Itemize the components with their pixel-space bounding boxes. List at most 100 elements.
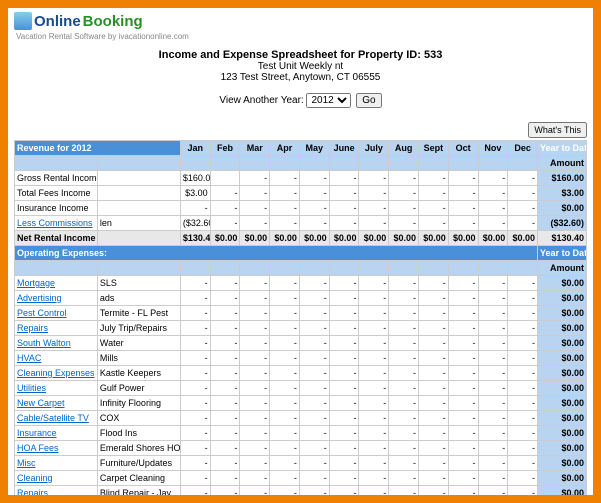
value-cell: - xyxy=(240,456,270,471)
ytd-cell: $0.00 xyxy=(538,426,587,441)
month-header: June xyxy=(329,141,359,156)
category-cell[interactable]: Less Commissions xyxy=(15,216,98,231)
value-cell: - xyxy=(270,171,300,186)
value-cell: - xyxy=(329,306,359,321)
category-link[interactable]: HVAC xyxy=(15,351,98,366)
value-cell: - xyxy=(270,366,300,381)
category-link[interactable]: New Carpet xyxy=(15,396,98,411)
sub-cell: Furniture/Updates xyxy=(97,456,180,471)
value-cell: - xyxy=(329,201,359,216)
category-link[interactable]: Cleaning xyxy=(15,471,98,486)
ytd-cell: $0.00 xyxy=(538,276,587,291)
value-cell: - xyxy=(299,291,329,306)
value-cell: - xyxy=(270,486,300,501)
blank xyxy=(418,261,448,276)
value-cell: - xyxy=(359,486,389,501)
value-cell: $0.00 xyxy=(299,231,329,246)
month-header: Mar xyxy=(240,141,270,156)
value-cell: - xyxy=(329,456,359,471)
value-cell: - xyxy=(508,366,538,381)
value-cell: - xyxy=(210,201,240,216)
value-cell: - xyxy=(389,171,419,186)
ytd-cell: $160.00 xyxy=(538,171,587,186)
value-cell: - xyxy=(240,186,270,201)
value-cell: ($32.60) xyxy=(180,216,210,231)
value-cell: - xyxy=(418,336,448,351)
category-link[interactable]: Advertising xyxy=(15,291,98,306)
value-cell: - xyxy=(508,411,538,426)
value-cell: - xyxy=(299,336,329,351)
amount-label: Amount xyxy=(538,156,587,171)
sub-cell: Termite - FL Pest xyxy=(97,306,180,321)
value-cell: - xyxy=(299,351,329,366)
value-cell: - xyxy=(478,171,508,186)
category-link[interactable]: Cleaning Expenses xyxy=(15,366,98,381)
value-cell: - xyxy=(359,336,389,351)
value-cell: - xyxy=(240,486,270,501)
category-cell: Insurance Income xyxy=(15,201,98,216)
category-link[interactable]: Repairs xyxy=(15,486,98,501)
blank xyxy=(15,156,98,171)
value-cell: - xyxy=(448,426,478,441)
sub-cell: Gulf Power xyxy=(97,381,180,396)
value-cell: $0.00 xyxy=(359,231,389,246)
month-header: Jan xyxy=(180,141,210,156)
value-cell: - xyxy=(299,366,329,381)
blank xyxy=(240,156,270,171)
year-select[interactable]: 2012 xyxy=(306,93,351,108)
net-rental-row: Net Rental Income$130.40$0.00$0.00$0.00$… xyxy=(15,231,587,246)
blank xyxy=(299,156,329,171)
value-cell: - xyxy=(240,276,270,291)
value-cell: - xyxy=(329,411,359,426)
value-cell: - xyxy=(418,321,448,336)
value-cell: - xyxy=(240,321,270,336)
value-cell: - xyxy=(240,291,270,306)
value-cell: - xyxy=(508,381,538,396)
value-cell: - xyxy=(418,441,448,456)
go-button[interactable]: Go xyxy=(356,93,381,108)
data-row: New CarpetInfinity Flooring------------$… xyxy=(15,396,587,411)
value-cell: - xyxy=(448,441,478,456)
blank xyxy=(15,261,98,276)
value-cell: - xyxy=(359,321,389,336)
value-cell: - xyxy=(180,411,210,426)
value-cell: - xyxy=(240,306,270,321)
value-cell: - xyxy=(448,201,478,216)
value-cell: - xyxy=(240,471,270,486)
value-cell: - xyxy=(270,441,300,456)
value-cell: - xyxy=(448,351,478,366)
ytd-cell: $0.00 xyxy=(538,471,587,486)
value-cell: - xyxy=(270,216,300,231)
value-cell: $0.00 xyxy=(478,231,508,246)
value-cell: - xyxy=(418,276,448,291)
value-cell: - xyxy=(448,276,478,291)
category-link[interactable]: Mortgage xyxy=(15,276,98,291)
value-cell: - xyxy=(389,396,419,411)
value-cell: - xyxy=(180,456,210,471)
value-cell: - xyxy=(389,291,419,306)
category-link[interactable]: South Walton xyxy=(15,336,98,351)
category-link[interactable]: Utilities xyxy=(15,381,98,396)
category-link[interactable]: Cable/Satellite TV xyxy=(15,411,98,426)
data-row: MiscFurniture/Updates------------$0.00 xyxy=(15,456,587,471)
sub-cell: July Trip/Repairs xyxy=(97,321,180,336)
value-cell: - xyxy=(478,336,508,351)
category-link[interactable]: Insurance xyxy=(15,426,98,441)
value-cell: - xyxy=(180,201,210,216)
whats-this-button[interactable]: What's This xyxy=(528,122,587,138)
value-cell: - xyxy=(180,471,210,486)
value-cell: - xyxy=(389,186,419,201)
category-link[interactable]: HOA Fees xyxy=(15,441,98,456)
value-cell: - xyxy=(508,441,538,456)
palm-icon xyxy=(14,12,32,30)
page-title: Income and Expense Spreadsheet for Prope… xyxy=(14,49,587,61)
category-link[interactable]: Pest Control xyxy=(15,306,98,321)
category-link[interactable]: Repairs xyxy=(15,321,98,336)
value-cell: - xyxy=(299,171,329,186)
ytd-cell: $0.00 xyxy=(538,321,587,336)
address: 123 Test Street, Anytown, CT 06555 xyxy=(14,72,587,83)
value-cell: - xyxy=(359,426,389,441)
category-link[interactable]: Misc xyxy=(15,456,98,471)
value-cell: - xyxy=(448,321,478,336)
value-cell: - xyxy=(270,186,300,201)
